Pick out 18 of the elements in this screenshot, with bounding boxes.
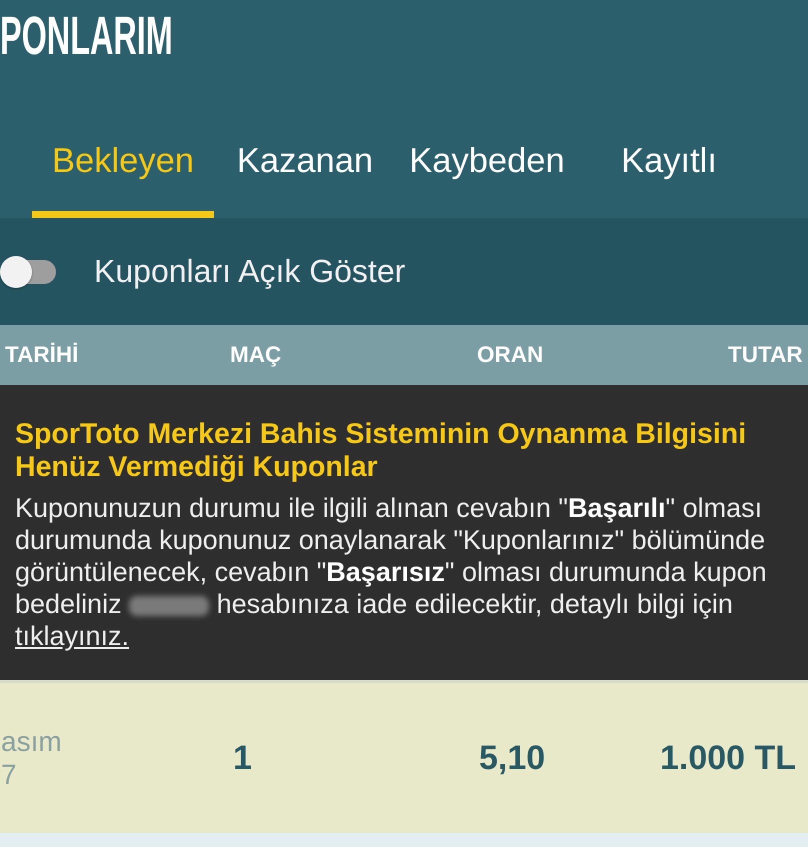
tab[interactable]: Kayıtlı bbox=[578, 110, 760, 218]
notice-title: SporToto Merkezi Bahis Sisteminin Oynanma Bilgisini Henüz Vermediği Kuponlar bbox=[15, 418, 748, 484]
notice-text: Kuponunuzun durumu ile ilgili alınan cevabın "Başarılı" olması durumunda kuponunuz onaylanarak "Kuponlarınız" bölümünde görüntülenecek, cevabın "Başarısız" olması durumunda kupon bedeliniz hesabınıza iade edilecektir, detaylı bilgi için tıklayınız. bbox=[15, 492, 768, 652]
column-header: ORAN bbox=[477, 342, 544, 368]
details-link[interactable]: tıklayınız. bbox=[15, 621, 130, 651]
toggle-switch[interactable] bbox=[0, 256, 56, 288]
column-header: MAÇ bbox=[230, 342, 282, 368]
odds-cell: 5,10 bbox=[479, 738, 546, 778]
table-row[interactable]: asım 7 1 5,10 1.000 TL bbox=[0, 680, 808, 833]
date-cell: asım 7 bbox=[1, 725, 62, 791]
amount-cell: 1.000 TL bbox=[660, 738, 796, 778]
column-header: TARİHİ bbox=[5, 342, 78, 368]
page-title: PONLARIM bbox=[0, 6, 173, 66]
column-header: TUTAR bbox=[728, 342, 803, 368]
tab[interactable]: Kaybeden bbox=[396, 110, 578, 218]
toggle-label: Kuponları Açık Göster bbox=[94, 253, 406, 290]
match-count-cell: 1 bbox=[233, 738, 252, 778]
tab[interactable]: Kazanan bbox=[214, 110, 396, 218]
